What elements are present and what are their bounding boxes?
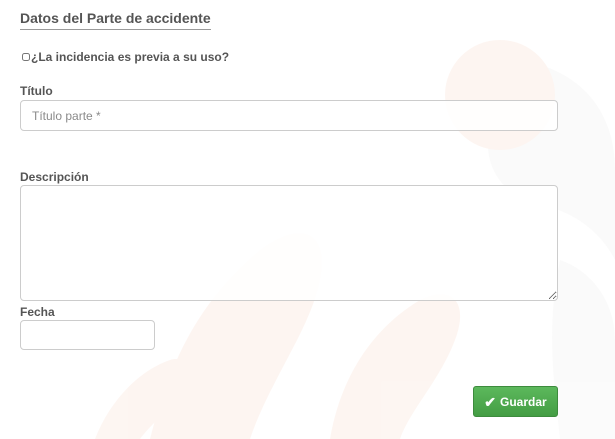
descripcion-textarea[interactable] [20, 185, 558, 301]
incidencia-previa-checkbox[interactable] [22, 53, 30, 61]
save-button[interactable]: ✔ Guardar [473, 386, 558, 417]
check-icon: ✔ [484, 393, 497, 410]
incidencia-previa-label: ¿La incidencia es previa a su uso? [31, 50, 230, 64]
descripcion-label: Descripción [20, 170, 89, 184]
fecha-label: Fecha [20, 305, 55, 319]
fecha-input[interactable] [20, 320, 155, 350]
accident-report-form: Datos del Parte de accidente ¿La inciden… [0, 0, 615, 439]
save-button-label: Guardar [500, 394, 547, 409]
incidencia-previa-row: ¿La incidencia es previa a su uso? [22, 50, 229, 64]
titulo-label: Título [20, 84, 53, 98]
section-title: Datos del Parte de accidente [20, 10, 211, 30]
titulo-input[interactable] [20, 100, 558, 131]
